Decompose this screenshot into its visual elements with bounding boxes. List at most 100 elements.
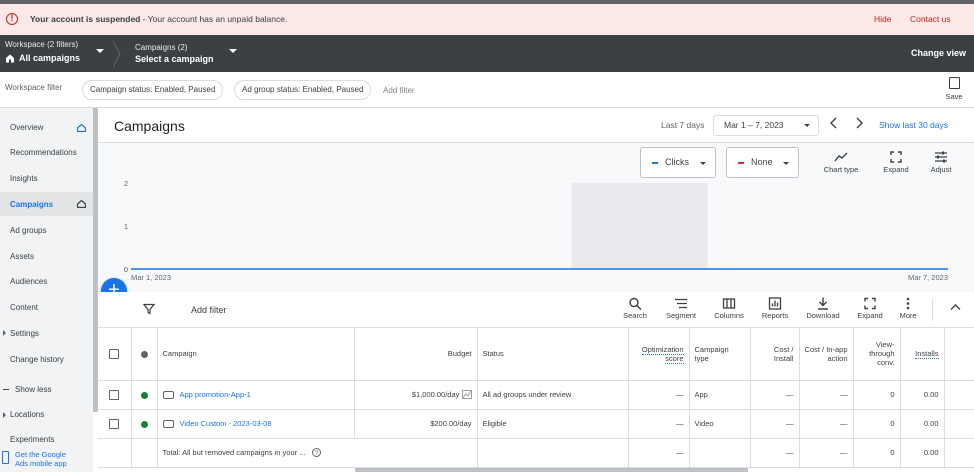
sidebar-item-ad-groups[interactable]: Ad groups — [10, 226, 46, 235]
chart-expand-button[interactable]: Expand — [879, 149, 913, 174]
get-mobile-app-link[interactable]: Get the Google Ads mobile app — [0, 448, 93, 472]
reports-button[interactable]: Reports — [757, 296, 793, 320]
chevron-down-icon[interactable] — [229, 49, 237, 53]
next-period-icon[interactable] — [854, 117, 864, 129]
overflow-cell — [944, 380, 974, 410]
cost-inapp-header[interactable]: Cost / In-app action — [799, 328, 854, 381]
chevron-up-icon[interactable] — [950, 303, 961, 311]
overflow-cell — [944, 409, 974, 439]
budget-cell[interactable]: $200.00/day — [354, 409, 478, 439]
metric-1-selector[interactable]: Clicks — [640, 147, 716, 178]
campaign-name-cell[interactable]: Video Custom - 2023-03-08 — [157, 409, 355, 439]
budget-chart-icon[interactable] — [461, 390, 472, 400]
enabled-status-icon — [140, 391, 148, 399]
sidebar-item-experiments[interactable]: Experiments — [10, 435, 54, 444]
banner-detail: - Your account has an unpaid balance. — [140, 14, 288, 24]
row-checkbox[interactable] — [109, 418, 120, 429]
all-campaigns-selector[interactable]: All campaigns — [5, 53, 80, 63]
chart-adjust-button[interactable]: Adjust — [926, 149, 956, 174]
status-header[interactable]: Status — [477, 328, 629, 381]
change-view-button[interactable]: Change view — [911, 48, 966, 58]
add-filter-link[interactable]: Add filter — [383, 86, 415, 95]
search-button[interactable]: Search — [618, 296, 652, 320]
chart-type-button[interactable]: Chart type — [820, 149, 862, 174]
help-icon[interactable]: ? — [311, 448, 321, 458]
workspace-filters-label: Workspace (2 filters) — [5, 40, 79, 49]
sidebar-item-locations[interactable]: Locations — [10, 410, 44, 419]
filter-icon[interactable] — [143, 303, 155, 315]
total-view-through-conv-cell: 0 — [853, 438, 901, 468]
table-horizontal-scrollbar[interactable] — [355, 468, 748, 472]
optimization-score-cell: — — [628, 409, 690, 439]
table-row[interactable]: Video Custom - 2023-03-08 $200.00/day El… — [98, 409, 974, 439]
chevron-down-icon[interactable] — [96, 49, 104, 53]
table-add-filter[interactable]: Add filter — [191, 305, 227, 315]
segment-button[interactable]: Segment — [662, 296, 700, 320]
budget-value: $1,000.00/day — [411, 389, 460, 399]
table-expand-button[interactable]: Expand — [853, 296, 887, 320]
ad-group-status-chip[interactable]: Ad group status: Enabled, Paused — [234, 80, 372, 100]
app-campaign-icon — [162, 391, 174, 399]
row-checkbox[interactable] — [109, 389, 120, 400]
view-through-conv-header[interactable]: View-through conv. — [853, 328, 901, 381]
campaign-type-header[interactable]: Campaign type — [689, 328, 751, 381]
video-campaign-icon — [162, 420, 174, 428]
total-label-cell: Total: All but removed campaigns in your… — [157, 438, 478, 468]
campaigns-count-label: Campaigns (2) — [135, 43, 188, 52]
sidebar-item-change-history[interactable]: Change history — [10, 355, 64, 364]
more-button[interactable]: More — [895, 296, 921, 320]
campaign-name-cell[interactable]: App promotion-App-1 — [157, 380, 355, 410]
budget-cell[interactable]: $1,000.00/day — [354, 380, 478, 410]
total-cost-install-cell: — — [750, 438, 800, 468]
table-row[interactable]: App promotion-App-1 $1,000.00/day All ad… — [98, 380, 974, 410]
campaign-link[interactable]: App promotion-App-1 — [180, 390, 251, 399]
banner-title: Your account is suspended — [30, 14, 141, 24]
optimization-score-header[interactable]: Optimization score — [628, 328, 690, 381]
campaign-header[interactable]: Campaign — [157, 328, 355, 381]
hide-link[interactable]: Hide — [874, 14, 891, 24]
contact-us-link[interactable]: Contact us — [910, 14, 951, 24]
columns-label: Columns — [714, 311, 744, 320]
date-range-picker[interactable]: Mar 1 – 7, 2023 — [713, 115, 819, 136]
cost-install-cell: — — [750, 409, 800, 439]
campaign-link[interactable]: Video Custom - 2023-03-08 — [180, 419, 272, 428]
suspension-banner: ! Your account is suspended - Your accou… — [0, 4, 974, 35]
campaign-status-chip[interactable]: Campaign status: Enabled, Paused — [82, 80, 224, 100]
sidebar-item-content[interactable]: Content — [10, 303, 38, 312]
save-label: Save — [945, 92, 963, 101]
download-button[interactable]: Download — [802, 296, 844, 320]
expand-triangle-icon — [3, 412, 6, 418]
installs-header[interactable]: Installs — [900, 328, 945, 381]
row-checkbox-cell[interactable] — [98, 409, 132, 439]
x-tick-label: Mar 7, 2023 — [908, 273, 948, 282]
sidebar-item-overview[interactable]: Overview — [10, 123, 43, 132]
expand-triangle-icon — [3, 330, 6, 336]
metric-2-selector[interactable]: None — [726, 147, 799, 178]
reports-label: Reports — [761, 311, 789, 320]
total-status-cell — [477, 438, 629, 468]
select-all-checkbox-cell[interactable] — [98, 328, 132, 381]
view-through-conv-cell: 0 — [853, 380, 901, 410]
home-icon — [6, 54, 14, 62]
sidebar-item-insights[interactable]: Insights — [10, 174, 38, 183]
show-last-30-days-link[interactable]: Show last 30 days — [879, 120, 948, 130]
previous-period-icon[interactable] — [829, 117, 839, 129]
dropdown-arrow-icon — [783, 162, 789, 165]
home-icon — [77, 124, 86, 132]
sidebar-item-show-less[interactable]: Show less — [15, 385, 51, 394]
select-campaign-selector[interactable]: Select a campaign — [135, 54, 214, 64]
enabled-status-icon — [140, 420, 148, 428]
sidebar-item-assets[interactable]: Assets — [10, 252, 34, 261]
sidebar-item-audiences[interactable]: Audiences — [10, 277, 47, 286]
select-all-checkbox[interactable] — [109, 348, 120, 359]
budget-header[interactable]: Budget — [354, 328, 478, 381]
save-button[interactable]: Save — [941, 77, 967, 101]
sidebar-item-recommendations[interactable]: Recommendations — [10, 148, 77, 157]
cost-inapp-cell: — — [799, 380, 854, 410]
row-checkbox-cell[interactable] — [98, 380, 132, 410]
phone-icon — [2, 451, 9, 464]
sidebar-item-campaigns[interactable]: Campaigns — [10, 200, 53, 209]
columns-button[interactable]: Columns — [711, 296, 747, 320]
cost-install-header[interactable]: Cost / Install — [750, 328, 800, 381]
sidebar-item-settings[interactable]: Settings — [10, 329, 39, 338]
